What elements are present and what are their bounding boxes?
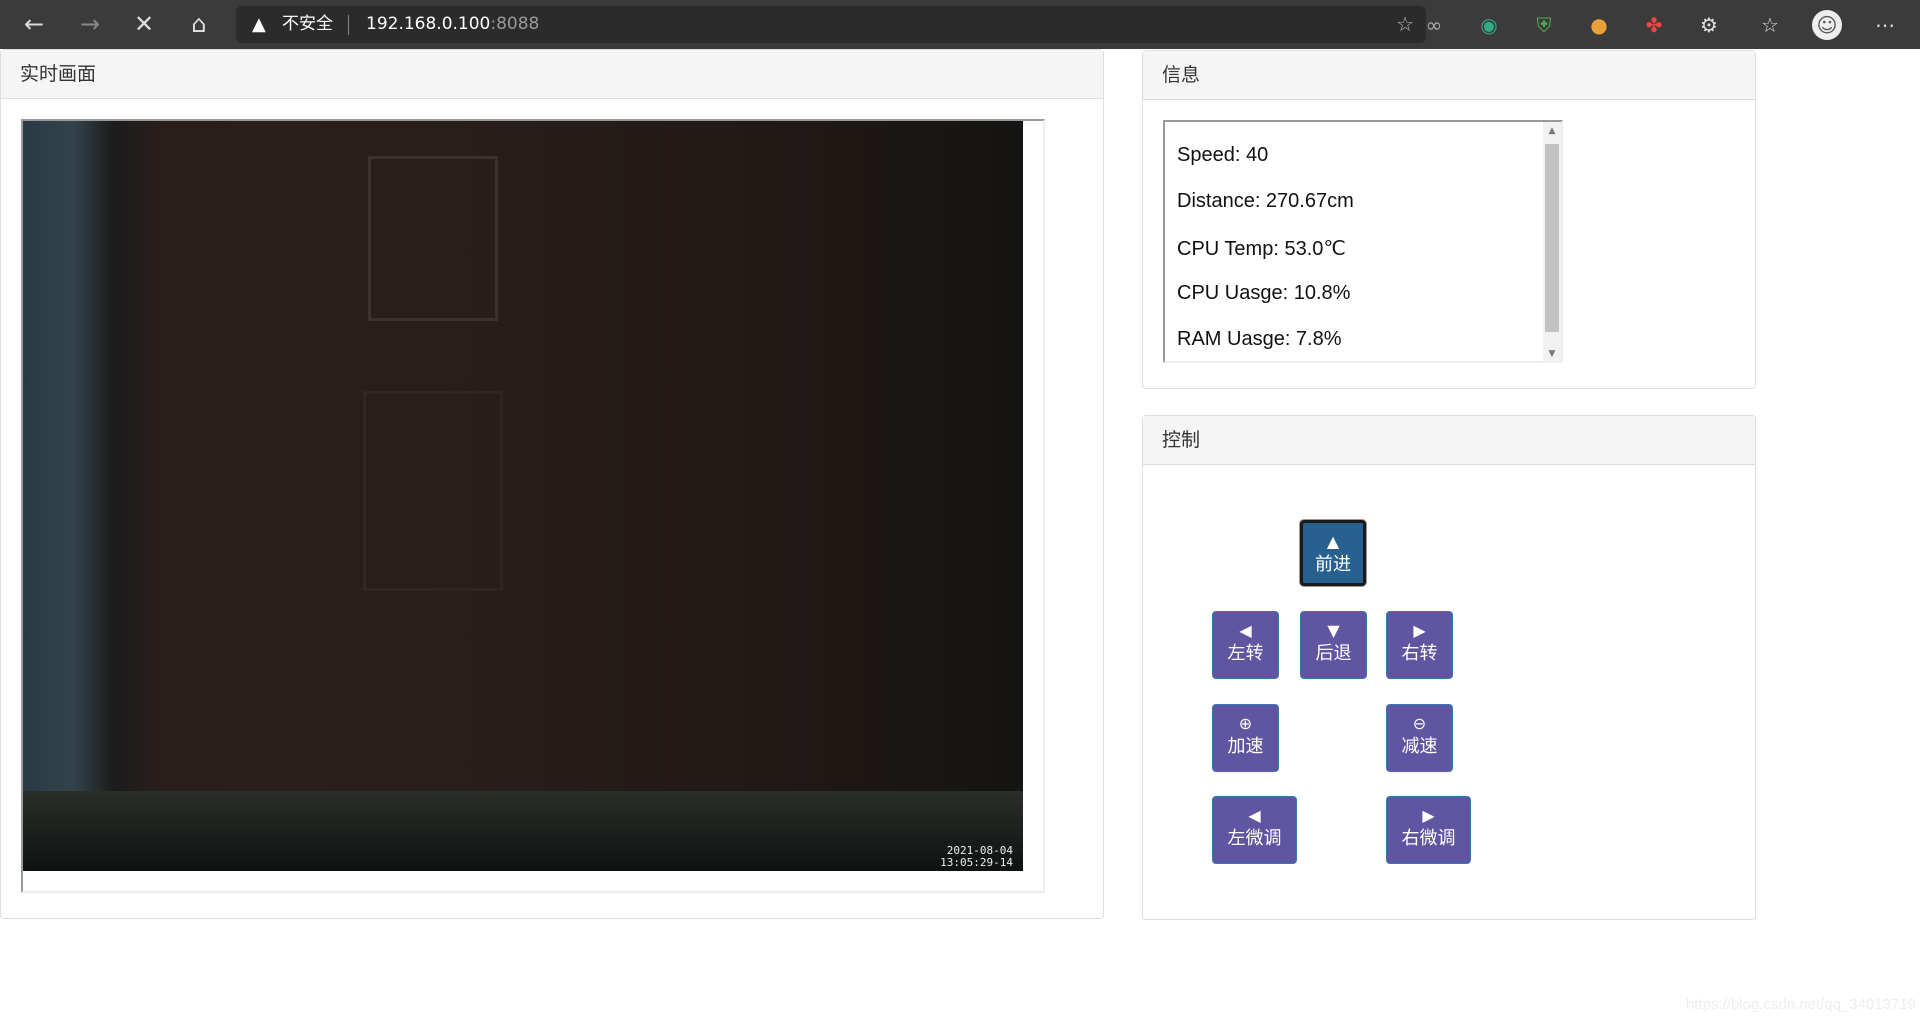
video-timestamp: 2021-08-04 13:05:29-14 bbox=[940, 844, 1013, 869]
scrollbar-thumb[interactable] bbox=[1545, 144, 1559, 332]
door-panel bbox=[363, 391, 503, 591]
back-icon[interactable]: ← bbox=[16, 8, 52, 40]
favorites-icon[interactable]: ☆ bbox=[1755, 10, 1785, 40]
scroll-up-icon[interactable]: ▲ bbox=[1543, 126, 1561, 136]
turn-left-button[interactable]: ◀ 左转 bbox=[1212, 611, 1279, 679]
pinwheel-extension-icon[interactable]: ✤ bbox=[1639, 10, 1669, 40]
control-panel-title: 控制 bbox=[1143, 416, 1755, 465]
address-bar[interactable]: ▲ 不安全 192.168.0.100:8088 ☆ bbox=[236, 6, 1426, 43]
divider bbox=[348, 15, 349, 35]
shield-extension-icon[interactable]: ⛨ bbox=[1529, 10, 1559, 40]
browser-toolbar: ← → ✕ ⌂ ▲ 不安全 192.168.0.100:8088 ☆ ∞ ◉ ⛨… bbox=[0, 0, 1920, 49]
info-panel: 信息 Speed: 40 Distance: 270.67cm CPU Temp… bbox=[1142, 50, 1756, 389]
triangle-down-icon: ▼ bbox=[1327, 621, 1340, 640]
triangle-left-icon: ◀ bbox=[1248, 806, 1261, 825]
more-icon[interactable]: ⋯ bbox=[1870, 10, 1900, 40]
info-panel-title: 信息 bbox=[1143, 51, 1755, 100]
backward-button[interactable]: ▼ 后退 bbox=[1300, 611, 1367, 679]
profile-avatar[interactable]: ☺ bbox=[1812, 10, 1842, 40]
info-textbox[interactable]: Speed: 40 Distance: 270.67cm CPU Temp: 5… bbox=[1163, 120, 1563, 363]
cpu-temp-readout: CPU Temp: 53.0℃ bbox=[1177, 238, 1346, 260]
turn-right-button[interactable]: ▶ 右转 bbox=[1386, 611, 1453, 679]
video-panel-title: 实时画面 bbox=[1, 50, 1103, 99]
triangle-left-icon: ◀ bbox=[1239, 621, 1252, 640]
forward-icon[interactable]: → bbox=[72, 8, 108, 40]
minus-circle-icon: ⊖ bbox=[1412, 714, 1427, 733]
ball-extension-icon[interactable]: ● bbox=[1584, 10, 1614, 40]
insecure-label: 不安全 bbox=[282, 14, 333, 34]
infinity-extension-icon[interactable]: ∞ bbox=[1419, 10, 1449, 40]
scroll-down-icon[interactable]: ▼ bbox=[1543, 349, 1561, 359]
watermark: https://blog.csdn.net/qq_34013719 bbox=[1685, 996, 1916, 1013]
ram-usage-readout: RAM Uasge: 7.8% bbox=[1177, 328, 1342, 350]
add-favorite-icon[interactable]: ☆ bbox=[1396, 6, 1414, 43]
distance-readout: Distance: 270.67cm bbox=[1177, 190, 1354, 212]
triangle-up-icon: ▲ bbox=[1326, 532, 1340, 551]
speed-up-button[interactable]: ⊕ 加速 bbox=[1212, 704, 1279, 772]
live-video: 2021-08-04 13:05:29-14 bbox=[23, 121, 1023, 871]
fine-left-button[interactable]: ◀ 左微调 bbox=[1212, 796, 1297, 864]
door-panel bbox=[368, 156, 498, 321]
scrollbar[interactable]: ▲ ▼ bbox=[1543, 122, 1561, 363]
url-text: 192.168.0.100:8088 bbox=[366, 14, 540, 34]
floor bbox=[23, 791, 1023, 871]
fine-right-button[interactable]: ▶ 右微调 bbox=[1386, 796, 1471, 864]
video-frame: 2021-08-04 13:05:29-14 bbox=[21, 119, 1045, 893]
triangle-right-icon: ▶ bbox=[1413, 621, 1426, 640]
triangle-right-icon: ▶ bbox=[1422, 806, 1435, 825]
slow-down-button[interactable]: ⊖ 减速 bbox=[1386, 704, 1453, 772]
forward-button[interactable]: ▲ 前进 bbox=[1300, 520, 1366, 586]
warning-icon: ▲ bbox=[252, 14, 266, 35]
globe-extension-icon[interactable]: ◉ bbox=[1474, 10, 1504, 40]
video-panel: 实时画面 2021-08-04 13:05:29-14 bbox=[0, 49, 1104, 919]
extensions-icon[interactable]: ⚙ bbox=[1694, 10, 1724, 40]
home-icon[interactable]: ⌂ bbox=[181, 8, 217, 40]
cpu-usage-readout: CPU Uasge: 10.8% bbox=[1177, 282, 1351, 304]
plus-circle-icon: ⊕ bbox=[1238, 714, 1253, 733]
speed-readout: Speed: 40 bbox=[1177, 144, 1269, 166]
stop-icon[interactable]: ✕ bbox=[126, 8, 162, 40]
